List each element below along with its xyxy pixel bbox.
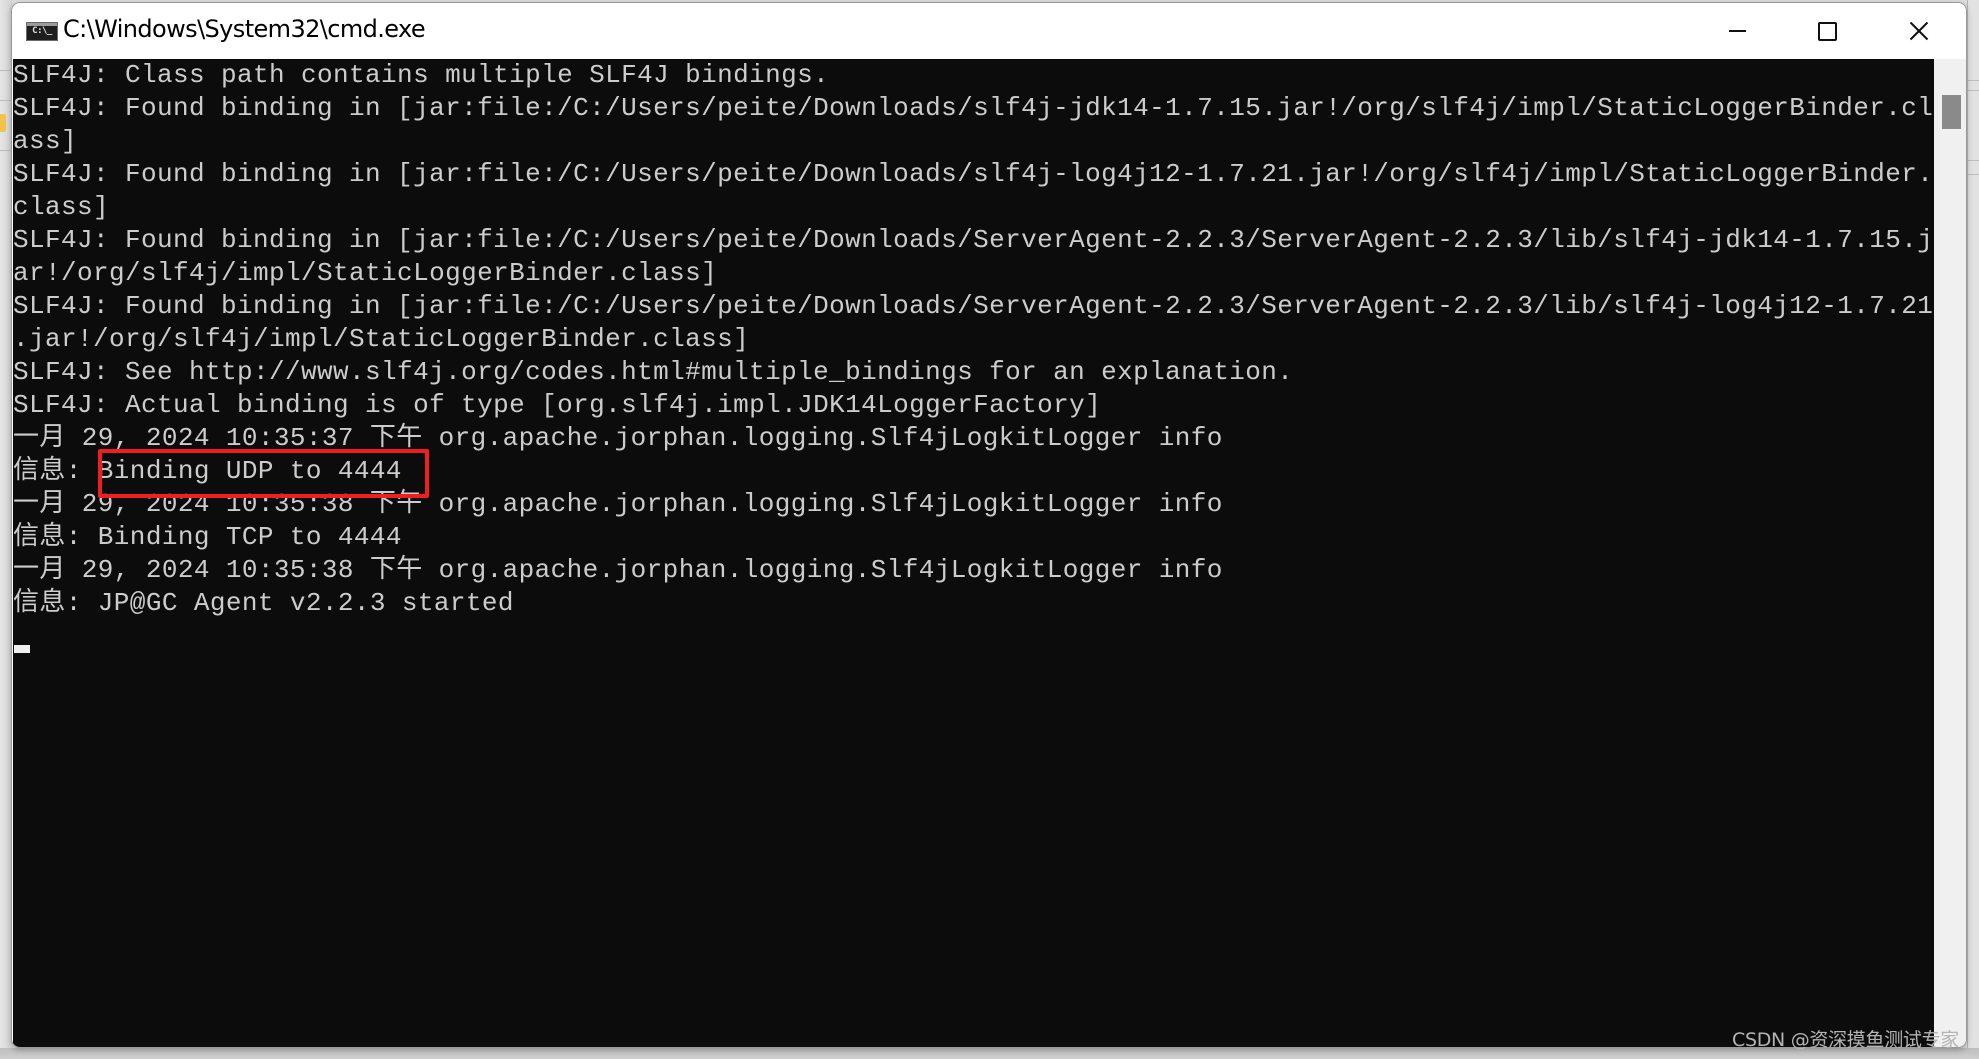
background-divider [1968, 174, 1979, 175]
background-divider [1968, 80, 1979, 81]
maximize-icon [1817, 21, 1837, 41]
console-line: .jar!/org/slf4j/impl/StaticLoggerBinder.… [13, 324, 750, 354]
console-line: SLF4J: Found binding in [jar:file:/C:/Us… [13, 225, 1933, 255]
maximize-button[interactable] [1782, 3, 1872, 59]
console-line: 信息: JP@GC Agent v2.2.3 started [13, 588, 514, 618]
console-line: SLF4J: Found binding in [jar:file:/C:/Us… [13, 93, 1933, 123]
scrollbar-thumb[interactable] [1942, 95, 1961, 129]
background-divider [1968, 160, 1979, 161]
background-folder-tab [0, 114, 6, 132]
console-line: class] [13, 192, 110, 222]
watermark: CSDN @资深摸鱼测试专家 [1732, 1029, 1960, 1051]
console-line: ass] [13, 126, 78, 156]
vertical-scrollbar[interactable] [1934, 59, 1966, 1047]
background-app-right-edge [1967, 0, 1979, 1059]
console-line: SLF4J: See http://www.slf4j.org/codes.ht… [13, 357, 1294, 387]
text-cursor [14, 645, 30, 653]
desktop-background [0, 1048, 1979, 1059]
window-title: C:\Windows\System32\cmd.exe [63, 15, 426, 43]
minimize-icon [1728, 30, 1746, 32]
console-output[interactable]: SLF4J: Class path contains multiple SLF4… [13, 59, 1934, 1047]
title-bar[interactable]: C:\_ C:\Windows\System32\cmd.exe [12, 3, 1966, 59]
console-line: SLF4J: Found binding in [jar:file:/C:/Us… [13, 159, 1933, 189]
cmd-window: C:\_ C:\Windows\System32\cmd.exe SLF4J: … [11, 2, 1967, 1048]
console-lines: SLF4J: Class path contains multiple SLF4… [13, 59, 1933, 620]
background-divider [1968, 90, 1979, 91]
console-line: ar!/org/slf4j/impl/StaticLoggerBinder.cl… [13, 258, 718, 288]
console-line: SLF4J: Class path contains multiple SLF4… [13, 60, 830, 90]
minimize-button[interactable] [1692, 3, 1782, 59]
console-line: 一月 29, 2024 10:35:38 下午 org.apache.jorph… [13, 555, 1223, 585]
cmd-icon[interactable]: C:\_ [26, 22, 58, 41]
highlight-box-binding-udp [98, 449, 429, 498]
console-line: SLF4J: Found binding in [jar:file:/C:/Us… [13, 291, 1933, 321]
console-line: SLF4J: Actual binding is of type [org.sl… [13, 390, 1102, 420]
close-icon [1909, 21, 1929, 41]
close-button[interactable] [1874, 3, 1964, 59]
console-line: 信息: Binding TCP to 4444 [13, 522, 402, 552]
